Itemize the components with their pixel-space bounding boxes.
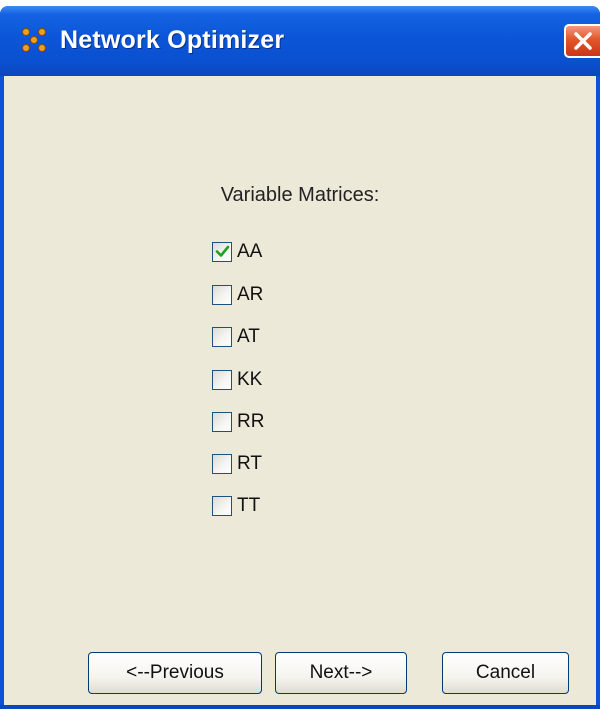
matrix-option-at[interactable]: AT [212, 325, 260, 349]
matrix-option-rr[interactable]: RR [212, 410, 264, 434]
matrix-label: AA [237, 241, 263, 262]
variable-matrices-heading: Variable Matrices: [220, 184, 380, 206]
window-bottom-border [0, 705, 600, 709]
dialog-window: Network Optimizer [0, 6, 600, 709]
matrix-option-aa[interactable]: AA [212, 240, 262, 264]
window-title: Network Optimizer [60, 26, 285, 54]
matrix-checkbox[interactable] [212, 370, 232, 390]
previous-button[interactable]: <--Previous [88, 652, 262, 694]
matrix-checkbox[interactable] [212, 412, 232, 432]
matrix-label: AT [237, 326, 260, 347]
matrix-label: RT [237, 453, 262, 474]
matrix-option-kk[interactable]: KK [212, 368, 262, 392]
matrix-label: KK [237, 369, 263, 390]
matrix-checkbox[interactable] [212, 285, 232, 305]
matrix-option-ar[interactable]: AR [212, 283, 263, 307]
app-network-icon [22, 28, 46, 52]
matrix-checkbox[interactable] [212, 454, 232, 474]
matrix-option-rt[interactable]: RT [212, 452, 262, 476]
dialog-content [4, 76, 596, 705]
matrix-option-tt[interactable]: TT [212, 494, 260, 518]
close-icon [574, 32, 592, 50]
matrix-label: TT [237, 495, 261, 516]
matrix-checkbox[interactable] [212, 242, 232, 262]
next-button[interactable]: Next--> [275, 652, 407, 694]
matrix-label: RR [237, 411, 265, 432]
matrix-label: AR [237, 284, 264, 305]
title-bar[interactable]: Network Optimizer [0, 6, 600, 76]
checkmark-icon [215, 245, 230, 257]
matrix-checkbox[interactable] [212, 496, 232, 516]
close-button[interactable] [564, 24, 600, 58]
cancel-button[interactable]: Cancel [442, 652, 569, 694]
matrix-checkbox[interactable] [212, 327, 232, 347]
